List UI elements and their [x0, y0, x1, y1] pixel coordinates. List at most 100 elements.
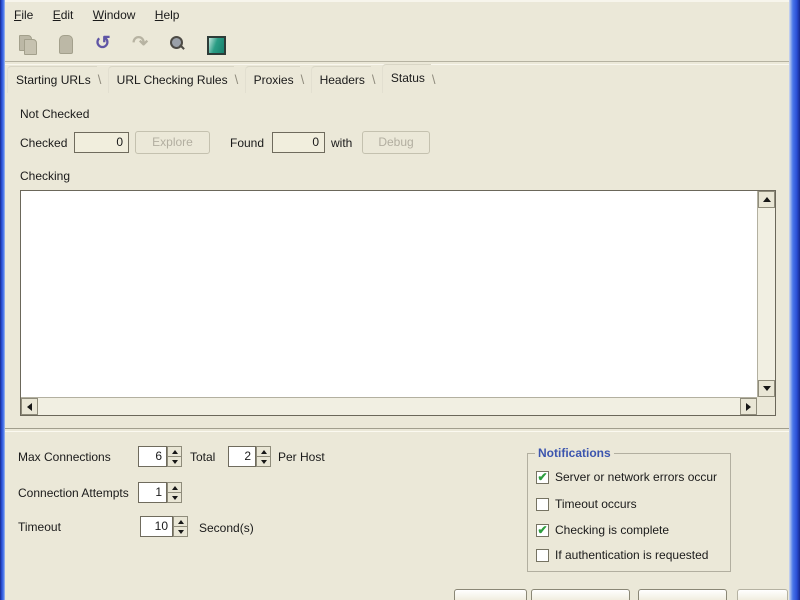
tab-separator: \ [234, 72, 239, 87]
menu-edit[interactable]: Edit [45, 3, 82, 27]
bottom-button-4[interactable] [737, 589, 788, 600]
paste-icon[interactable] [54, 33, 76, 55]
scroll-up-button[interactable] [758, 191, 775, 208]
spinner-down-button[interactable] [173, 527, 188, 537]
tab-headers[interactable]: Headers [310, 66, 371, 93]
spinner-up-button[interactable] [167, 446, 182, 457]
window-top-edge [5, 0, 789, 2]
checking-label: Checking [20, 169, 71, 183]
tab-separator: \ [97, 72, 102, 87]
down-arrow-icon [762, 386, 771, 391]
spinner-up-button[interactable] [173, 516, 188, 527]
checked-label: Checked [20, 136, 68, 150]
total-connections-value[interactable]: 6 [138, 446, 167, 467]
spinner-down-button[interactable] [167, 457, 182, 467]
found-label: Found [230, 136, 265, 150]
spinner-down-button[interactable] [256, 457, 271, 467]
checkmark-icon: ✔ [537, 469, 548, 484]
scroll-down-button[interactable] [758, 380, 775, 397]
max-connections-label: Max Connections [18, 450, 111, 464]
menu-help[interactable]: Help [147, 3, 188, 27]
tab-status[interactable]: Status [381, 64, 431, 93]
toolbar: ↺ ↷ [5, 28, 789, 61]
copy-page-front [24, 39, 37, 55]
notification-row: ✔ Checking is complete [536, 523, 669, 537]
up-arrow-icon [171, 485, 178, 490]
checkbox-label: Timeout occurs [555, 497, 637, 511]
menu-file[interactable]: File [6, 3, 41, 27]
checking-log-textarea[interactable] [21, 191, 757, 397]
down-arrow-icon [171, 459, 178, 464]
connection-attempts-value[interactable]: 1 [138, 482, 167, 503]
redo-icon[interactable]: ↷ [129, 33, 151, 55]
up-arrow-icon [177, 519, 184, 524]
undo-icon[interactable]: ↺ [92, 33, 114, 55]
spinner-down-button[interactable] [167, 493, 182, 503]
down-arrow-icon [171, 495, 178, 500]
bottom-button-2[interactable] [531, 589, 630, 600]
per-host-value[interactable]: 2 [228, 446, 256, 467]
tab-bar: Starting URLs \ URL Checking Rules \ Proxi… [5, 64, 789, 93]
checking-log-pane [20, 190, 776, 416]
found-count-field[interactable]: 0 [272, 132, 325, 153]
connection-attempts-spinner: 1 [138, 482, 182, 503]
seconds-label: Second(s) [199, 521, 254, 535]
total-connections-spinner: 6 [138, 446, 182, 467]
menu-window[interactable]: Window [85, 3, 144, 27]
notification-row: ✔ If authentication is requested [536, 548, 708, 562]
checkmark-icon: ✔ [537, 522, 548, 537]
timeout-label: Timeout [18, 520, 61, 534]
copy-icon[interactable] [17, 33, 39, 55]
checkbox-server-errors[interactable]: ✔ [536, 469, 549, 484]
up-arrow-icon [762, 197, 771, 202]
search-handle [179, 44, 186, 50]
tab-separator: \ [431, 72, 436, 87]
scroll-left-button[interactable] [21, 398, 38, 415]
checkbox-checking-complete[interactable]: ✔ [536, 522, 549, 537]
timeout-value[interactable]: 10 [140, 516, 173, 537]
checkbox-timeout-occurs[interactable]: ✔ [536, 497, 549, 511]
spinner-up-button[interactable] [256, 446, 271, 457]
paste-shape [59, 35, 74, 54]
tab-separator: \ [300, 72, 305, 87]
notification-row: ✔ Timeout occurs [536, 497, 637, 511]
debug-button[interactable]: Debug [362, 131, 430, 154]
status-state-label: Not Checked [20, 107, 90, 121]
connection-attempts-label: Connection Attempts [18, 486, 129, 500]
checkbox-authentication-requested[interactable]: ✔ [536, 548, 549, 562]
tab-url-checking-rules[interactable]: URL Checking Rules [107, 66, 234, 93]
section-separator [5, 428, 789, 432]
checkbox-label: Checking is complete [555, 523, 670, 537]
tab-starting-urls[interactable]: Starting URLs [7, 66, 97, 93]
spinner-up-button[interactable] [167, 482, 182, 493]
total-label: Total [190, 450, 216, 464]
checkbox-label: Server or network errors occur [555, 470, 718, 484]
vertical-scrollbar[interactable] [757, 191, 775, 397]
bottom-button-3[interactable] [638, 589, 727, 600]
per-host-spinner: 2 [228, 446, 271, 467]
console-icon[interactable] [204, 33, 226, 55]
notifications-group: Notifications ✔ Server or network errors… [527, 446, 731, 572]
tab-proxies[interactable]: Proxies [244, 66, 300, 93]
timeout-spinner: 10 [140, 516, 188, 537]
checked-count-field[interactable]: 0 [74, 132, 129, 153]
notification-row: ✔ Server or network errors occur [536, 470, 717, 484]
search-icon[interactable] [166, 33, 188, 55]
with-label: with [331, 136, 353, 150]
down-arrow-icon [177, 529, 184, 534]
checkbox-label: If authentication is requested [555, 548, 709, 562]
up-arrow-icon [260, 449, 267, 454]
tab-separator: \ [371, 72, 376, 87]
scrollbar-corner [757, 397, 775, 415]
menu-bar: File Edit Window Help [5, 3, 789, 27]
down-arrow-icon [260, 459, 267, 464]
right-arrow-icon [746, 402, 751, 411]
left-arrow-icon [27, 402, 32, 411]
up-arrow-icon [171, 449, 178, 454]
scroll-right-button[interactable] [740, 398, 757, 415]
console-square [206, 36, 226, 55]
explore-button[interactable]: Explore [135, 131, 210, 154]
horizontal-scrollbar[interactable] [21, 397, 757, 415]
bottom-button-1[interactable] [454, 589, 527, 600]
per-host-label: Per Host [278, 450, 325, 464]
